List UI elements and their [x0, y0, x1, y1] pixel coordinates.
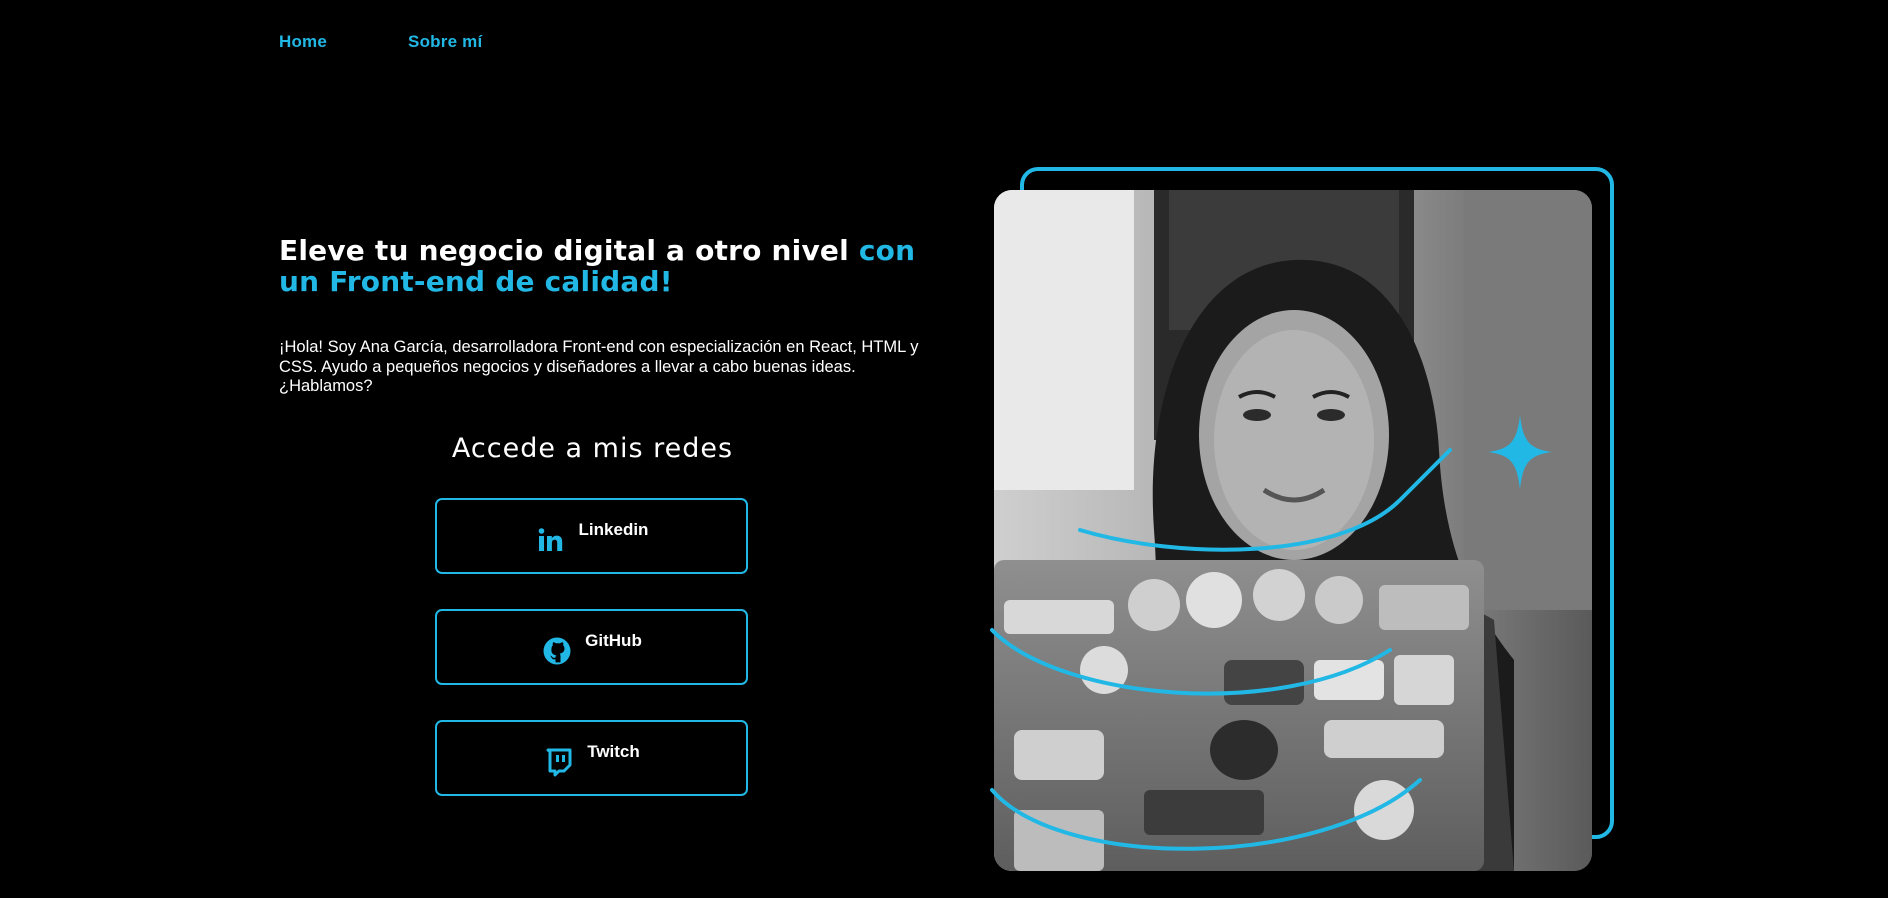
hero-description: ¡Hola! Soy Ana García, desarrolladora Fr… — [279, 338, 919, 395]
github-icon — [541, 635, 573, 667]
linkedin-icon — [535, 524, 567, 556]
twitch-label: Twitch — [587, 742, 640, 761]
nav-home-link[interactable]: Home — [279, 32, 327, 52]
github-button[interactable]: GitHub — [435, 609, 748, 685]
social-heading: Accede a mis redes — [451, 433, 734, 464]
nav-about-link[interactable]: Sobre mí — [408, 32, 482, 52]
twitch-button[interactable]: Twitch — [435, 720, 748, 796]
linkedin-label: Linkedin — [578, 520, 649, 539]
hero-title: Eleve tu negocio digital a otro nivel co… — [279, 235, 929, 297]
linkedin-button[interactable]: Linkedin — [435, 498, 748, 574]
github-label: GitHub — [585, 631, 642, 650]
main-nav: Home Sobre mí — [279, 32, 482, 52]
page: Home Sobre mí Eleve tu negocio digital a… — [0, 0, 1888, 898]
profile-photo — [994, 190, 1592, 871]
twitch-icon — [543, 746, 575, 778]
hero-title-main: Eleve tu negocio digital a otro nivel — [279, 234, 859, 267]
